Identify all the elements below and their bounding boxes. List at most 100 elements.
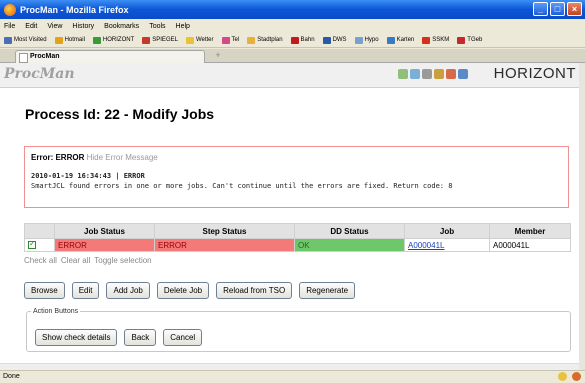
bookmark-label: Tel: [231, 37, 240, 43]
menu-bar: File Edit View History Bookmarks Tools H…: [0, 19, 585, 33]
bookmark-icon: [247, 36, 256, 44]
show-check-details-button[interactable]: Show check details: [35, 329, 118, 346]
bookmarks-bar: Most Visited Hotmail HORIZONT SPIEGEL We…: [0, 33, 585, 48]
app-header: ProcMan HORIZONT: [0, 63, 579, 88]
bookmark-icon: [422, 36, 431, 44]
bookmark-label: HORIZONT: [102, 37, 135, 43]
toggle-selection-link[interactable]: Toggle selection: [94, 256, 151, 265]
bookmark-icon: [354, 36, 363, 44]
new-tab-button[interactable]: +: [210, 50, 226, 62]
bookmark-spiegel[interactable]: SPIEGEL: [142, 36, 178, 44]
bookmark-label: Hypo: [364, 37, 379, 43]
bookmark-label: Hotmail: [64, 37, 85, 43]
cancel-button[interactable]: Cancel: [163, 329, 203, 346]
header-icons: [398, 69, 468, 79]
member-cell: A000041L: [489, 238, 571, 252]
bookmark-icon: [142, 36, 151, 44]
col-step-status[interactable]: Step Status: [154, 223, 295, 239]
menu-view[interactable]: View: [47, 23, 62, 30]
jobs-table: Job Status Step Status DD Status Job Mem…: [24, 223, 571, 252]
row-checkbox[interactable]: [28, 239, 36, 249]
error-message: 2010-01-19 16:34:43 | ERROR SmartJCL fou…: [31, 171, 561, 191]
table-header-row: Job Status Step Status DD Status Job Mem…: [24, 223, 571, 239]
bookmark-tgeb[interactable]: TGeb: [457, 36, 483, 44]
addon-icon[interactable]: [572, 372, 581, 381]
menu-bookmarks[interactable]: Bookmarks: [104, 23, 139, 30]
bookmark-karten[interactable]: Karten: [386, 36, 414, 44]
row-select-cell: [24, 238, 55, 252]
error-box: Error: ERROR Hide Error Message 2010-01-…: [24, 146, 569, 208]
bookmark-label: TGeb: [467, 37, 483, 43]
job-button-row: Browse Edit Add Job Delete Job Reload fr…: [24, 282, 356, 299]
regenerate-button[interactable]: Regenerate: [299, 282, 356, 299]
status-text: Done: [3, 373, 20, 380]
menu-edit[interactable]: Edit: [25, 23, 37, 30]
menu-help[interactable]: Help: [176, 23, 190, 30]
warning-icon[interactable]: [558, 372, 567, 381]
horizontal-scrollbar[interactable]: [0, 363, 579, 370]
check-all-link[interactable]: Check all: [24, 256, 57, 265]
bookmark-hotmail[interactable]: Hotmail: [54, 36, 85, 44]
error-label: Error: ERROR: [31, 153, 85, 162]
users-icon[interactable]: [446, 69, 456, 79]
col-member[interactable]: Member: [489, 223, 571, 239]
job-link[interactable]: A000041L: [404, 238, 490, 252]
firefox-icon: [4, 3, 16, 16]
bookmark-icon: [92, 36, 101, 44]
action-button-row: Show check details Back Cancel: [35, 329, 203, 346]
delete-job-button[interactable]: Delete Job: [156, 282, 210, 299]
bookmark-icon: [322, 36, 331, 44]
job-status-cell: ERROR: [54, 238, 155, 252]
bookmark-label: Wetter: [195, 37, 214, 43]
col-job[interactable]: Job: [404, 223, 490, 239]
bookmark-most-visited[interactable]: Most Visited: [4, 36, 47, 44]
bookmark-bahn[interactable]: Bahn: [290, 36, 315, 44]
maximize-icon[interactable]: □: [550, 2, 565, 16]
bookmark-dws[interactable]: DWS: [322, 36, 347, 44]
vertical-scrollbar[interactable]: [579, 63, 585, 370]
bookmark-label: DWS: [332, 37, 347, 43]
bookmark-stadtplan[interactable]: Stadtplan: [247, 36, 283, 44]
bookmark-horizont[interactable]: HORIZONT: [92, 36, 135, 44]
page-content: ProcMan HORIZONT Process Id: 22 - Modify…: [0, 63, 579, 370]
error-header: Error: ERROR Hide Error Message: [31, 153, 158, 162]
edit-button[interactable]: Edit: [71, 282, 100, 299]
chart-icon[interactable]: [458, 69, 468, 79]
hide-error-link[interactable]: Hide Error Message: [87, 153, 158, 162]
menu-file[interactable]: File: [4, 23, 15, 30]
bookmark-icon: [386, 36, 395, 44]
window-title: ProcMan - Mozilla Firefox: [20, 4, 129, 15]
close-icon[interactable]: ×: [567, 2, 582, 16]
back-button[interactable]: Back: [124, 329, 157, 346]
step-status-cell: ERROR: [154, 238, 295, 252]
printer-icon[interactable]: [422, 69, 432, 79]
globe-icon[interactable]: [410, 69, 420, 79]
bookmark-hypo[interactable]: Hypo: [354, 36, 379, 44]
bookmark-icon: [54, 36, 63, 44]
tab-bar: ProcMan +: [0, 49, 585, 63]
col-dd-status[interactable]: DD Status: [294, 223, 405, 239]
browse-button[interactable]: Browse: [24, 282, 65, 299]
minimize-icon[interactable]: _: [533, 2, 548, 16]
tab-procman[interactable]: ProcMan: [15, 50, 205, 63]
table-row: ERROR ERROR OK A000041L A000041L: [24, 238, 571, 252]
title-bar: ProcMan - Mozilla Firefox _ □ ×: [0, 0, 585, 19]
bookmark-tel[interactable]: Tel: [221, 36, 240, 44]
home-icon[interactable]: [398, 69, 408, 79]
bookmark-sskm[interactable]: SSKM: [422, 36, 449, 44]
bookmark-wetter[interactable]: Wetter: [185, 36, 214, 44]
menu-tools[interactable]: Tools: [149, 23, 165, 30]
action-buttons-legend: Action Buttons: [33, 308, 79, 315]
dd-status-cell: OK: [294, 238, 405, 252]
add-job-button[interactable]: Add Job: [106, 282, 150, 299]
selection-links: Check all Clear all Toggle selection: [24, 256, 152, 265]
tools-icon[interactable]: [434, 69, 444, 79]
bookmark-icon: [221, 36, 230, 44]
select-column-header: [24, 223, 55, 239]
menu-history[interactable]: History: [72, 23, 94, 30]
browser-window: ProcMan - Mozilla Firefox _ □ × File Edi…: [0, 0, 585, 383]
error-timestamp: 2010-01-19 16:34:43 | ERROR: [31, 172, 145, 180]
col-job-status[interactable]: Job Status: [54, 223, 155, 239]
clear-all-link[interactable]: Clear all: [61, 256, 90, 265]
reload-from-tso-button[interactable]: Reload from TSO: [216, 282, 293, 299]
